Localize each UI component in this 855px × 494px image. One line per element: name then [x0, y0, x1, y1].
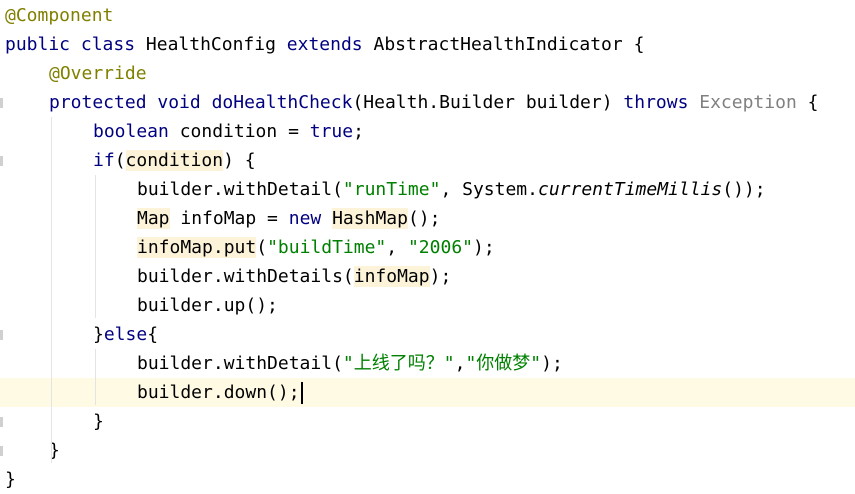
indent-guide	[95, 175, 96, 318]
code-token: infoMap	[353, 266, 430, 287]
code-line[interactable]: }	[0, 407, 855, 436]
code-line[interactable]: Map infoMap = new HashMap();	[0, 204, 855, 233]
code-token: (	[256, 237, 268, 258]
code-text: @Component	[5, 1, 113, 30]
code-text: }else{	[93, 320, 158, 349]
code-token: HealthConfig	[145, 34, 287, 55]
code-token: ,	[386, 237, 408, 258]
fold-marker-icon[interactable]	[0, 98, 3, 108]
code-token: ;	[353, 121, 364, 142]
code-token: protected	[49, 92, 158, 113]
code-token: currentTimeMillis	[538, 179, 723, 200]
code-text: builder.withDetails(infoMap);	[137, 262, 451, 291]
code-text: }	[93, 407, 104, 436]
fold-marker-icon[interactable]	[0, 446, 3, 456]
code-token: builder.up();	[137, 295, 278, 316]
code-text: builder.withDetail("runTime", System.cur…	[137, 175, 766, 204]
code-token: infoMap =	[169, 208, 289, 229]
code-token: extends	[286, 34, 374, 55]
code-token: "上线了吗？"	[342, 353, 455, 374]
code-line[interactable]: builder.up();	[0, 291, 855, 320]
code-token: "runTime"	[342, 179, 441, 200]
code-text: protected void doHealthCheck(Health.Buil…	[49, 88, 818, 117]
code-token: @Override	[49, 63, 147, 84]
code-token: , System.	[440, 179, 538, 200]
code-line[interactable]: protected void doHealthCheck(Health.Buil…	[0, 88, 855, 117]
fold-marker-icon[interactable]	[0, 417, 3, 427]
code-token: if	[93, 150, 115, 171]
code-line[interactable]: boolean condition = true;	[0, 117, 855, 146]
code-token: "2006"	[407, 237, 473, 258]
code-line[interactable]: builder.withDetail("runTime", System.cur…	[0, 175, 855, 204]
code-token: condition =	[179, 121, 310, 142]
fold-marker-icon[interactable]	[0, 330, 3, 340]
code-text: public class HealthConfig extends Abstra…	[5, 30, 644, 59]
code-token: infoMap.put	[137, 237, 257, 258]
code-text: if(condition) {	[93, 146, 256, 175]
code-token: public	[5, 34, 81, 55]
code-line-current[interactable]: builder.down();	[0, 378, 855, 407]
code-token: }	[93, 324, 104, 345]
code-token: ,	[454, 353, 466, 374]
code-token: {	[147, 324, 159, 345]
code-token: );	[473, 237, 495, 258]
code-token: condition	[125, 150, 224, 171]
code-token: Map	[137, 208, 170, 229]
code-line[interactable]: @Override	[0, 59, 855, 88]
code-token: @Component	[5, 5, 114, 26]
code-line[interactable]: public class HealthConfig extends Abstra…	[0, 30, 855, 59]
code-token: void	[157, 92, 212, 113]
code-token: {	[807, 92, 819, 113]
indent-guide	[95, 349, 96, 405]
code-token: ) {	[223, 150, 256, 171]
code-token: builder.down();	[137, 382, 300, 403]
code-line[interactable]: builder.withDetails(infoMap);	[0, 262, 855, 291]
code-token: ());	[722, 179, 766, 200]
code-token: class	[80, 34, 146, 55]
code-line[interactable]: }	[0, 436, 855, 465]
code-editor[interactable]: @Component public class HealthConfig exte…	[0, 0, 855, 490]
code-token: throws	[623, 92, 700, 113]
code-line[interactable]: @Component	[0, 1, 855, 30]
code-text: boolean condition = true;	[93, 117, 364, 146]
code-text: builder.withDetail("上线了吗？","你做梦");	[137, 349, 563, 378]
code-text: builder.up();	[137, 291, 278, 320]
code-token: }	[93, 411, 104, 432]
code-token: HashMap	[332, 208, 408, 229]
code-token: new	[288, 208, 333, 229]
code-line[interactable]: builder.withDetail("上线了吗？","你做梦");	[0, 349, 855, 378]
code-token: (	[114, 150, 126, 171]
code-text: builder.down();	[137, 378, 303, 407]
code-token: AbstractHealthIndicator {	[373, 34, 645, 55]
code-line[interactable]: }else{	[0, 320, 855, 349]
code-token: "你做梦"	[465, 353, 542, 374]
fold-marker-icon[interactable]	[0, 156, 3, 166]
code-token: else	[103, 324, 148, 345]
code-token: ();	[407, 208, 441, 229]
code-token: );	[541, 353, 563, 374]
code-token: "buildTime"	[267, 237, 387, 258]
code-token: boolean	[93, 121, 180, 142]
code-text: infoMap.put("buildTime", "2006");	[137, 233, 495, 262]
code-token: true	[309, 121, 354, 142]
code-text: @Override	[49, 59, 147, 88]
text-caret	[300, 382, 303, 404]
code-token: builder.withDetails(	[137, 266, 354, 287]
code-line[interactable]: infoMap.put("buildTime", "2006");	[0, 233, 855, 262]
code-token: );	[429, 266, 452, 287]
code-token: builder.withDetail(	[137, 179, 343, 200]
code-token: Exception	[699, 92, 808, 113]
code-text: }	[5, 465, 16, 494]
code-token: builder.withDetail(	[137, 353, 343, 374]
code-line[interactable]: }	[0, 465, 855, 494]
code-line[interactable]: if(condition) {	[0, 146, 855, 175]
code-token: (Health.Builder builder)	[352, 92, 624, 113]
code-text: Map infoMap = new HashMap();	[137, 204, 440, 233]
indent-guide	[51, 117, 52, 463]
code-token: doHealthCheck	[211, 92, 353, 113]
code-token: }	[5, 469, 16, 490]
